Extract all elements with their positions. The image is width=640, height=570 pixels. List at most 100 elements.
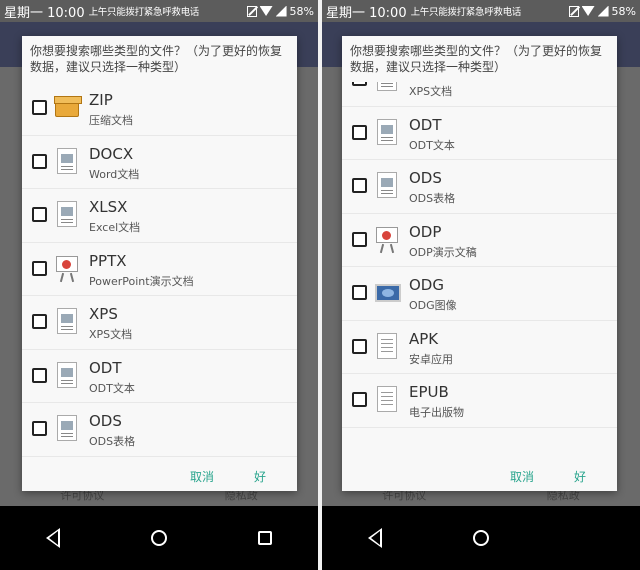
file-type-item[interactable]: EPUB 电子出版物: [342, 374, 617, 428]
no-sim-icon: [246, 5, 257, 17]
checkbox[interactable]: [352, 392, 367, 407]
checkbox[interactable]: [32, 260, 47, 276]
back-icon[interactable]: [367, 528, 382, 548]
dialog-actions: 取消 好: [22, 466, 297, 491]
status-icons: 58%: [246, 4, 314, 18]
checkbox[interactable]: [32, 367, 47, 383]
file-type-item[interactable]: ZIP 压缩文档: [22, 82, 297, 136]
ok-button[interactable]: 好: [254, 468, 266, 485]
file-type-item[interactable]: DOCX Word文档: [22, 136, 297, 189]
checkbox[interactable]: [32, 314, 47, 329]
battery-percent: 58%: [289, 4, 314, 18]
file-type-item[interactable]: XPS XPS文档: [22, 296, 297, 350]
document-icon: [375, 172, 399, 200]
wifi-icon: [259, 6, 273, 16]
navigation-bar: [0, 506, 318, 570]
file-type-description: ODG图像: [409, 299, 457, 312]
phone-screen-right: 星期一 10:00 上午只能拨打紧急呼救电话 58% 许可协议 隐私政 你想要搜…: [322, 0, 640, 570]
status-bar: 星期一 10:00 上午只能拨打紧急呼救电话 58%: [322, 0, 640, 22]
file-type-name: ODS: [89, 412, 122, 430]
file-type-dialog: 你想要搜索哪些类型的文件？（为了更好的恢复数据，建议只选择一种类型） ZIP 压缩…: [22, 36, 297, 491]
presentation-icon: [375, 226, 399, 254]
file-type-list[interactable]: ZIP 压缩文档 DOCX Word文档 XLSX Excel文档 PPTX PowerPoi…: [22, 82, 297, 466]
file-type-description: ODS表格: [89, 435, 136, 448]
checkbox[interactable]: [352, 82, 367, 86]
file-type-name: ODG: [409, 276, 444, 294]
cancel-button[interactable]: 取消: [510, 468, 534, 485]
file-type-item[interactable]: XLSX Excel文档: [22, 189, 297, 243]
file-type-item[interactable]: ODT ODT文本: [22, 350, 297, 403]
file-type-description: ODT文本: [89, 381, 135, 395]
file-type-item[interactable]: PPTX PowerPoint演示文档: [22, 243, 297, 296]
file-type-description: 电子出版物: [409, 406, 464, 419]
status-carrier-text: 上午只能拨打紧急呼救电话: [410, 7, 522, 18]
checkbox[interactable]: [32, 100, 47, 115]
dialog-title: 你想要搜索哪些类型的文件？（为了更好的恢复数据，建议只选择一种类型）: [30, 44, 283, 74]
recent-apps-icon[interactable]: [258, 531, 273, 545]
document-icon: [55, 308, 79, 336]
signal-icon: [275, 5, 287, 17]
file-type-description: XPS文档: [89, 328, 133, 341]
file-type-name: APK: [409, 329, 439, 348]
back-icon[interactable]: [45, 528, 60, 548]
document-icon: [55, 147, 79, 176]
status-icons: 58%: [568, 4, 636, 18]
status-carrier-text: 上午只能拨打紧急呼救电话: [88, 7, 200, 18]
home-icon[interactable]: [150, 530, 167, 546]
file-type-item[interactable]: ODS ODS表格: [22, 403, 297, 457]
file-type-item[interactable]: ODG ODG图像: [342, 267, 617, 321]
file-type-description: PowerPoint演示文档: [89, 274, 194, 288]
file-type-description: ODS表格: [409, 192, 456, 205]
file-type-item[interactable]: XPSXPS文档: [342, 82, 617, 107]
file-type-description: ODP演示文稿: [409, 245, 477, 259]
file-type-name: XPS: [89, 305, 118, 323]
file-type-description: Excel文档: [89, 221, 141, 234]
checkbox[interactable]: [352, 178, 367, 193]
checkbox[interactable]: [352, 338, 367, 354]
dialog-title: 你想要搜索哪些类型的文件？（为了更好的恢复数据，建议只选择一种类型）: [350, 44, 603, 74]
plain-document-icon: [375, 386, 399, 414]
document-icon: [375, 82, 399, 93]
file-type-item[interactable]: ODP ODP演示文稿: [342, 214, 617, 267]
checkbox[interactable]: [352, 285, 367, 300]
file-type-list[interactable]: XPSXPS文档ODTODT文本ODSODS表格ODPODP演示文稿ODGODG…: [342, 82, 617, 466]
status-time: 星期一 10:00: [326, 5, 407, 21]
wifi-icon: [581, 6, 595, 16]
dialog-actions: 取消 好: [342, 466, 617, 491]
checkbox[interactable]: [32, 207, 47, 222]
document-icon: [55, 415, 79, 443]
checkbox[interactable]: [352, 231, 367, 247]
file-type-name: DOCX: [89, 144, 134, 163]
file-type-name: ODS: [409, 169, 442, 187]
checkbox[interactable]: [352, 124, 367, 140]
file-type-description: XPS文档: [409, 85, 453, 98]
file-type-description: 压缩文档: [89, 114, 133, 127]
status-time: 星期一 10:00: [4, 5, 85, 21]
file-type-item[interactable]: APK 安卓应用: [342, 321, 617, 374]
file-type-name: EPUB: [409, 383, 449, 401]
document-icon: [55, 361, 79, 390]
signal-icon: [597, 5, 609, 17]
file-type-description: ODT文本: [409, 138, 455, 152]
file-type-name: PPTX: [89, 251, 127, 270]
document-icon: [55, 201, 79, 229]
image-icon: [375, 279, 401, 307]
file-type-item[interactable]: ODT ODT文本: [342, 107, 617, 160]
file-type-name: ZIP: [89, 91, 113, 109]
navigation-bar: [322, 506, 640, 570]
file-type-description: Word文档: [89, 167, 140, 181]
file-type-item[interactable]: ODS ODS表格: [342, 160, 617, 214]
presentation-icon: [55, 255, 79, 283]
file-type-name: XLSX: [89, 198, 128, 216]
no-sim-icon: [568, 5, 579, 17]
battery-percent: 58%: [611, 4, 636, 18]
file-type-name: ODT: [89, 358, 122, 377]
phone-screen-left: 星期一 10:00 上午只能拨打紧急呼救电话 58% 许可协议 隐私政 你想要搜…: [0, 0, 318, 570]
home-icon[interactable]: [472, 530, 489, 546]
checkbox[interactable]: [32, 153, 47, 169]
file-type-name: ODT: [409, 115, 442, 134]
file-type-dialog: 你想要搜索哪些类型的文件？（为了更好的恢复数据，建议只选择一种类型） XPSXP…: [342, 36, 617, 491]
checkbox[interactable]: [32, 421, 47, 436]
ok-button[interactable]: 好: [574, 468, 586, 485]
cancel-button[interactable]: 取消: [190, 468, 214, 485]
